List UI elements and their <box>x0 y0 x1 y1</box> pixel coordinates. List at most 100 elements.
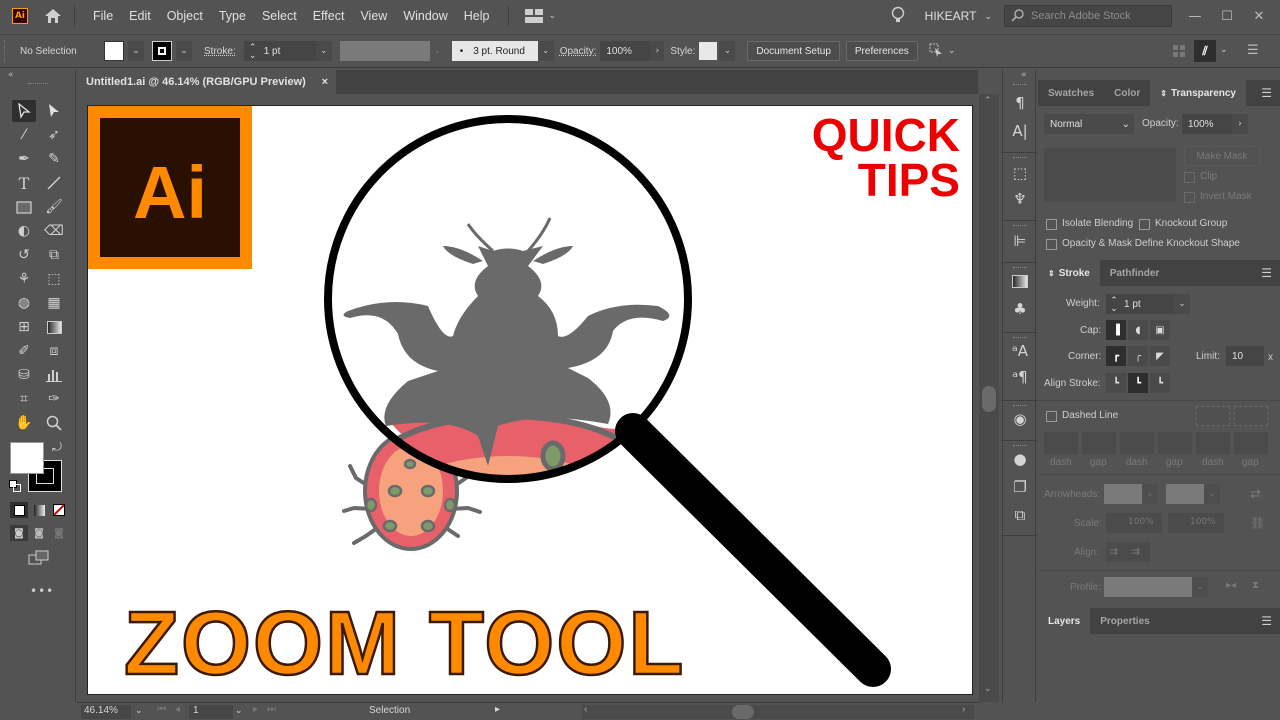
screen-mode-button[interactable] <box>28 550 50 569</box>
symbols-panel-button[interactable]: ♣ <box>1009 298 1031 320</box>
type-tool[interactable]: T <box>12 172 36 194</box>
graphic-styles-button[interactable]: ● <box>1009 448 1031 470</box>
lasso-tool[interactable]: ➶ <box>42 124 66 146</box>
zoom-dropdown[interactable]: ⌄ <box>135 705 143 716</box>
draw-normal-button[interactable]: ◙ <box>10 525 28 541</box>
opacity-field[interactable]: 100% <box>600 41 651 61</box>
free-transform-tool[interactable]: ⬚ <box>42 268 66 290</box>
menu-window[interactable]: Window <box>395 9 455 23</box>
magic-wand-tool[interactable]: ⁄ <box>12 124 36 146</box>
zoom-tool[interactable] <box>42 412 66 434</box>
tab-properties[interactable]: Properties <box>1090 608 1159 634</box>
align-center-button[interactable]: ┗ <box>1106 373 1126 393</box>
gap-field-3[interactable] <box>1234 432 1268 454</box>
document-setup-button[interactable]: Document Setup <box>747 41 840 61</box>
menu-view[interactable]: View <box>352 9 395 23</box>
weight-dropdown[interactable]: ⌄ <box>1174 294 1190 314</box>
stepper-icon[interactable]: ⌃ ⌄ <box>1108 296 1120 313</box>
paintbrush-tool[interactable]: 🖌 <box>42 196 66 218</box>
panel-menu-icon[interactable]: ☰ <box>1261 86 1272 100</box>
collapse-icon[interactable]: « <box>8 70 14 80</box>
gradient-mode-button[interactable] <box>30 502 48 518</box>
scroll-thumb[interactable] <box>732 705 754 719</box>
tab-transparency[interactable]: ⇕ Transparency <box>1150 80 1246 106</box>
list-menu-icon[interactable]: ☰ <box>1247 43 1259 58</box>
scroll-left-icon[interactable]: ‹ <box>584 704 587 715</box>
eraser-tool[interactable]: ⌫ <box>42 220 66 242</box>
fill-color-swatch[interactable] <box>10 442 44 474</box>
brushes-panel-button[interactable]: ♆ <box>1009 188 1031 210</box>
projecting-cap-button[interactable]: ▣ <box>1150 320 1170 340</box>
round-join-button[interactable]: ╭ <box>1128 346 1148 366</box>
drag-grip[interactable] <box>1013 445 1027 447</box>
artboard-dropdown[interactable]: ⌄ <box>235 705 243 716</box>
align-panel-button[interactable]: ⊫ <box>1009 230 1031 252</box>
scroll-right-icon[interactable]: › <box>962 704 965 715</box>
clip-checkbox[interactable] <box>1184 172 1195 183</box>
blend-tool[interactable]: ⧈ <box>42 340 66 362</box>
tab-layers[interactable]: Layers <box>1038 608 1091 634</box>
column-graph-tool[interactable] <box>42 364 66 386</box>
properties-toggle-button[interactable]: ⫽ <box>1194 40 1216 62</box>
opacity-slider-button[interactable]: › <box>650 41 665 61</box>
graphic-style-swatch[interactable] <box>699 42 718 60</box>
status-menu-arrow[interactable]: ▸ <box>495 704 500 715</box>
chevron-down-icon[interactable]: ⌄ <box>1192 577 1208 597</box>
fill-swatch[interactable] <box>104 41 124 61</box>
menu-select[interactable]: Select <box>254 9 305 23</box>
stroke-weight-field[interactable]: ⌃ ⌄ 1 pt <box>1106 294 1174 314</box>
drag-grip[interactable] <box>1013 267 1027 269</box>
align-outside-button[interactable]: ┗ <box>1150 373 1170 393</box>
artboards-panel-button[interactable]: ⧉ <box>1009 504 1031 526</box>
zoom-level-field[interactable]: 46.14% <box>81 705 131 719</box>
swap-arrowheads-icon[interactable]: ⇄ <box>1250 486 1261 502</box>
last-artboard-button[interactable]: ⏭ <box>267 704 276 715</box>
edit-toolbar-button[interactable]: ••• <box>30 584 54 598</box>
menu-effect[interactable]: Effect <box>305 9 353 23</box>
character-styles-button[interactable]: ᵃA <box>1009 340 1031 362</box>
align-inside-button[interactable]: ┗ <box>1128 373 1148 393</box>
preserve-dash-button[interactable] <box>1196 406 1230 426</box>
next-artboard-button[interactable]: ▸ <box>253 704 258 715</box>
drag-grip[interactable] <box>1013 84 1027 86</box>
miter-limit-field[interactable]: 10 <box>1226 346 1264 366</box>
shape-builder-tool[interactable]: ◍ <box>12 292 36 314</box>
tab-swatches[interactable]: Swatches <box>1038 80 1104 106</box>
variable-width-profile[interactable] <box>339 41 430 61</box>
invert-mask-checkbox[interactable] <box>1184 192 1195 203</box>
collapse-icon[interactable]: « <box>1021 70 1027 80</box>
dash-field-2[interactable] <box>1120 432 1154 454</box>
knockout-group-checkbox[interactable] <box>1139 219 1150 230</box>
blend-mode-select[interactable]: Normal ⌄ <box>1044 114 1134 134</box>
gap-field-1[interactable] <box>1082 432 1116 454</box>
arrow-align-extend-button[interactable]: ⇉ <box>1106 542 1128 562</box>
stroke-weight-dropdown[interactable]: ⌄ <box>315 41 332 61</box>
gradient-panel-button[interactable] <box>1009 270 1031 292</box>
swap-fill-stroke-icon[interactable]: ⤾ <box>52 440 62 455</box>
bevel-join-button[interactable]: ◤ <box>1150 346 1170 366</box>
stroke-color-dropdown[interactable]: ⌄ <box>176 41 192 61</box>
document-tab[interactable]: Untitled1.ai @ 46.14% (RGB/GPU Preview) … <box>76 70 336 94</box>
flip-horizontal-icon[interactable]: ▸◂ <box>1226 580 1236 591</box>
close-window-button[interactable]: ✕ <box>1244 4 1274 28</box>
close-tab-button[interactable]: × <box>322 76 328 88</box>
fill-dropdown[interactable]: ⌄ <box>128 41 144 61</box>
drag-grip[interactable] <box>1013 405 1027 407</box>
arrow-align-place-button[interactable]: ⇉ <box>1128 542 1150 562</box>
dashed-line-checkbox[interactable] <box>1046 411 1057 422</box>
isolate-blending-checkbox[interactable] <box>1046 219 1057 230</box>
chevron-down-icon[interactable]: ⌄ <box>1204 484 1220 504</box>
previous-artboard-button[interactable]: ◂ <box>175 704 180 715</box>
maximize-button[interactable]: ☐ <box>1212 4 1242 28</box>
artboard[interactable]: Ai QUICK TIPS ZOOM TOOL <box>87 105 973 695</box>
gradient-tool[interactable] <box>42 316 66 338</box>
grid-icon[interactable] <box>1172 44 1186 61</box>
canvas-area[interactable]: Ai QUICK TIPS ZOOM TOOL <box>77 94 979 702</box>
miter-join-button[interactable]: ┏ <box>1106 346 1126 366</box>
transform-icon[interactable] <box>928 42 944 61</box>
brush-definition[interactable]: • 3 pt. Round <box>451 41 538 61</box>
draw-inside-button[interactable]: ◙ <box>50 525 68 541</box>
panel-menu-icon[interactable]: ☰ <box>1261 266 1272 280</box>
round-cap-button[interactable]: ◖ <box>1128 320 1148 340</box>
panel-menu-icon[interactable]: ☰ <box>1261 614 1272 628</box>
